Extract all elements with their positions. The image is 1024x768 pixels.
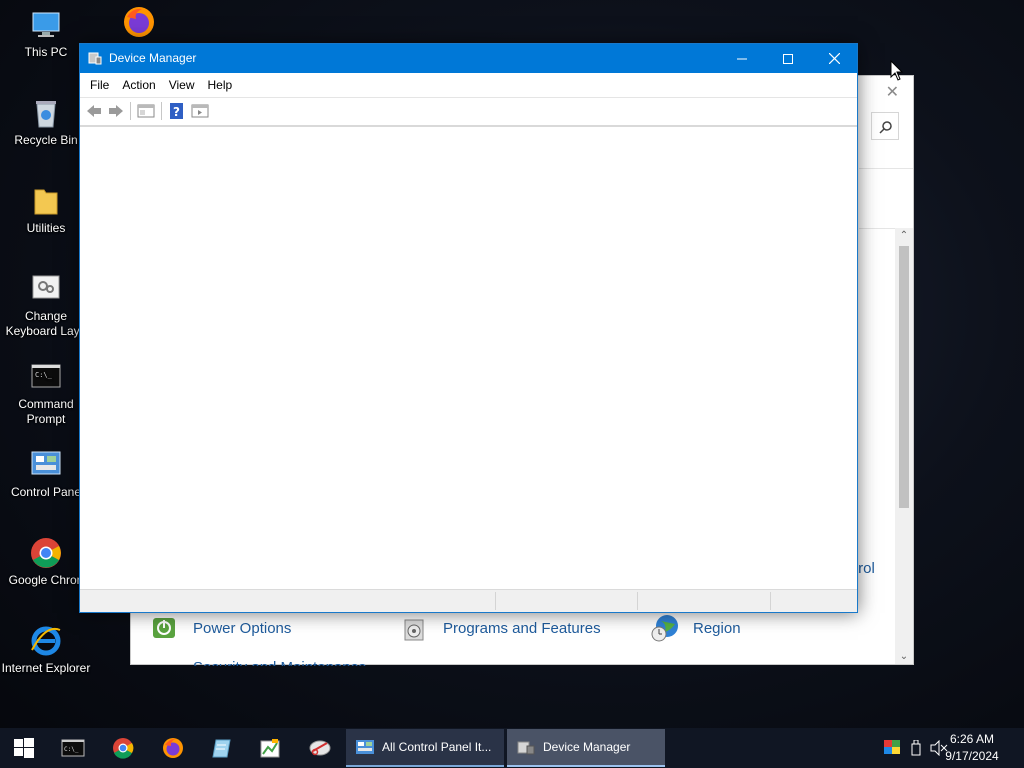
close-button[interactable] xyxy=(811,44,857,73)
this-pc-icon xyxy=(29,8,63,42)
device-tree-pane[interactable] xyxy=(80,127,857,589)
close-icon xyxy=(828,53,840,64)
command-prompt-icon: C:\_ xyxy=(61,739,85,757)
status-pane xyxy=(637,592,638,610)
device-manager-window[interactable]: Device Manager File Action View Help ? xyxy=(79,43,858,613)
windows-logo-icon xyxy=(14,738,34,758)
clock-date: 9/17/2024 xyxy=(945,749,999,763)
task-label: All Control Panel It... xyxy=(382,740,492,754)
chrome-icon xyxy=(29,536,63,570)
recycle-bin-icon xyxy=(29,96,63,130)
minimize-button[interactable] xyxy=(719,44,765,73)
taskbar-task-control-panel[interactable]: All Control Panel It... xyxy=(346,729,504,767)
taskbar-paint[interactable] xyxy=(250,732,290,764)
taskbar-firefox[interactable] xyxy=(153,732,193,764)
search-icon xyxy=(879,121,892,134)
scroll-up-icon[interactable]: ⌃ xyxy=(895,230,913,241)
cp-item-label: Programs and Features xyxy=(443,619,601,637)
scroll-down-icon[interactable]: ⌄ xyxy=(895,651,913,662)
taskbar-chrome[interactable] xyxy=(103,732,143,764)
window-title: Device Manager xyxy=(109,51,197,65)
cp-item-region[interactable]: Region xyxy=(649,612,741,644)
desktop-icon-firefox[interactable] xyxy=(93,5,185,42)
firefox-icon xyxy=(122,5,156,39)
help-icon[interactable]: ? xyxy=(168,103,186,119)
device-manager-icon xyxy=(517,741,535,755)
status-pane xyxy=(495,592,496,610)
folder-icon xyxy=(29,184,63,218)
properties-icon[interactable] xyxy=(191,103,209,119)
internet-explorer-icon xyxy=(29,624,63,658)
color-display-icon[interactable] xyxy=(884,740,900,754)
vertical-scrollbar[interactable]: ⌃ ⌄ xyxy=(895,228,913,664)
firefox-icon xyxy=(163,738,183,758)
menu-bar: File Action View Help xyxy=(80,73,857,98)
cp-item-label: Region xyxy=(693,619,741,637)
back-icon[interactable] xyxy=(85,103,103,119)
taskbar-clock[interactable]: 6:26 AM 9/17/2024 xyxy=(942,731,1002,765)
show-hide-console-tree-icon[interactable] xyxy=(137,103,155,119)
divider xyxy=(859,168,913,169)
taskbar: C:\_ All Control Panel It... Device Mana… xyxy=(0,728,1024,768)
forward-icon[interactable] xyxy=(107,103,125,119)
desktop-icon-label: Internet Explorer xyxy=(1,661,91,675)
programs-features-icon xyxy=(399,612,431,644)
system-tray: 6:26 AM 9/17/2024 xyxy=(864,728,1024,768)
taskbar-snipping-tool[interactable] xyxy=(300,732,340,764)
power-options-icon xyxy=(149,612,181,644)
device-manager-icon xyxy=(88,52,102,65)
start-button[interactable] xyxy=(4,732,44,764)
taskbar-command-prompt[interactable]: C:\_ xyxy=(53,732,93,764)
clock-time: 6:26 AM xyxy=(949,732,995,746)
menu-view[interactable]: View xyxy=(163,78,201,92)
toolbar-separator xyxy=(130,102,131,120)
svg-text:C:\_: C:\_ xyxy=(64,746,79,753)
toolbar-separator xyxy=(161,102,162,120)
scrollbar-thumb[interactable] xyxy=(899,246,909,508)
desktop-icon-internet-explorer[interactable]: Internet Explorer xyxy=(0,624,92,676)
control-panel-icon xyxy=(356,740,374,754)
taskbar-notepad[interactable] xyxy=(202,732,242,764)
paint-icon xyxy=(260,739,280,758)
region-icon xyxy=(649,612,681,644)
settings-shortcut-icon xyxy=(29,272,63,306)
svg-text:C:\_: C:\_ xyxy=(35,371,53,379)
status-pane xyxy=(770,592,771,610)
notepad-icon xyxy=(212,739,231,758)
cp-item-label: Power Options xyxy=(193,619,292,637)
close-icon[interactable]: ✕ xyxy=(886,82,899,102)
maximize-button[interactable] xyxy=(765,44,811,73)
usb-drive-icon[interactable] xyxy=(910,740,922,756)
search-button[interactable] xyxy=(871,112,899,140)
command-prompt-icon: C:\_ xyxy=(29,360,63,394)
mouse-cursor-icon xyxy=(890,60,904,81)
menu-help[interactable]: Help xyxy=(202,78,239,92)
toolbar: ? xyxy=(80,98,857,127)
snipping-icon xyxy=(309,740,331,756)
partial-item-label[interactable]: Security and Maintenance xyxy=(193,660,366,666)
menu-action[interactable]: Action xyxy=(116,78,161,92)
cp-item-programs-features[interactable]: Programs and Features xyxy=(399,612,601,644)
chrome-icon xyxy=(113,738,134,759)
svg-text:?: ? xyxy=(173,105,180,119)
status-bar xyxy=(80,589,857,612)
cp-item-power-options[interactable]: Power Options xyxy=(149,612,291,644)
minimize-icon xyxy=(737,58,747,59)
menu-file[interactable]: File xyxy=(84,78,115,92)
title-bar[interactable]: Device Manager xyxy=(80,44,857,73)
task-label: Device Manager xyxy=(543,740,631,754)
taskbar-task-device-manager[interactable]: Device Manager xyxy=(507,729,665,767)
maximize-icon xyxy=(783,53,793,64)
control-panel-icon xyxy=(29,448,63,482)
